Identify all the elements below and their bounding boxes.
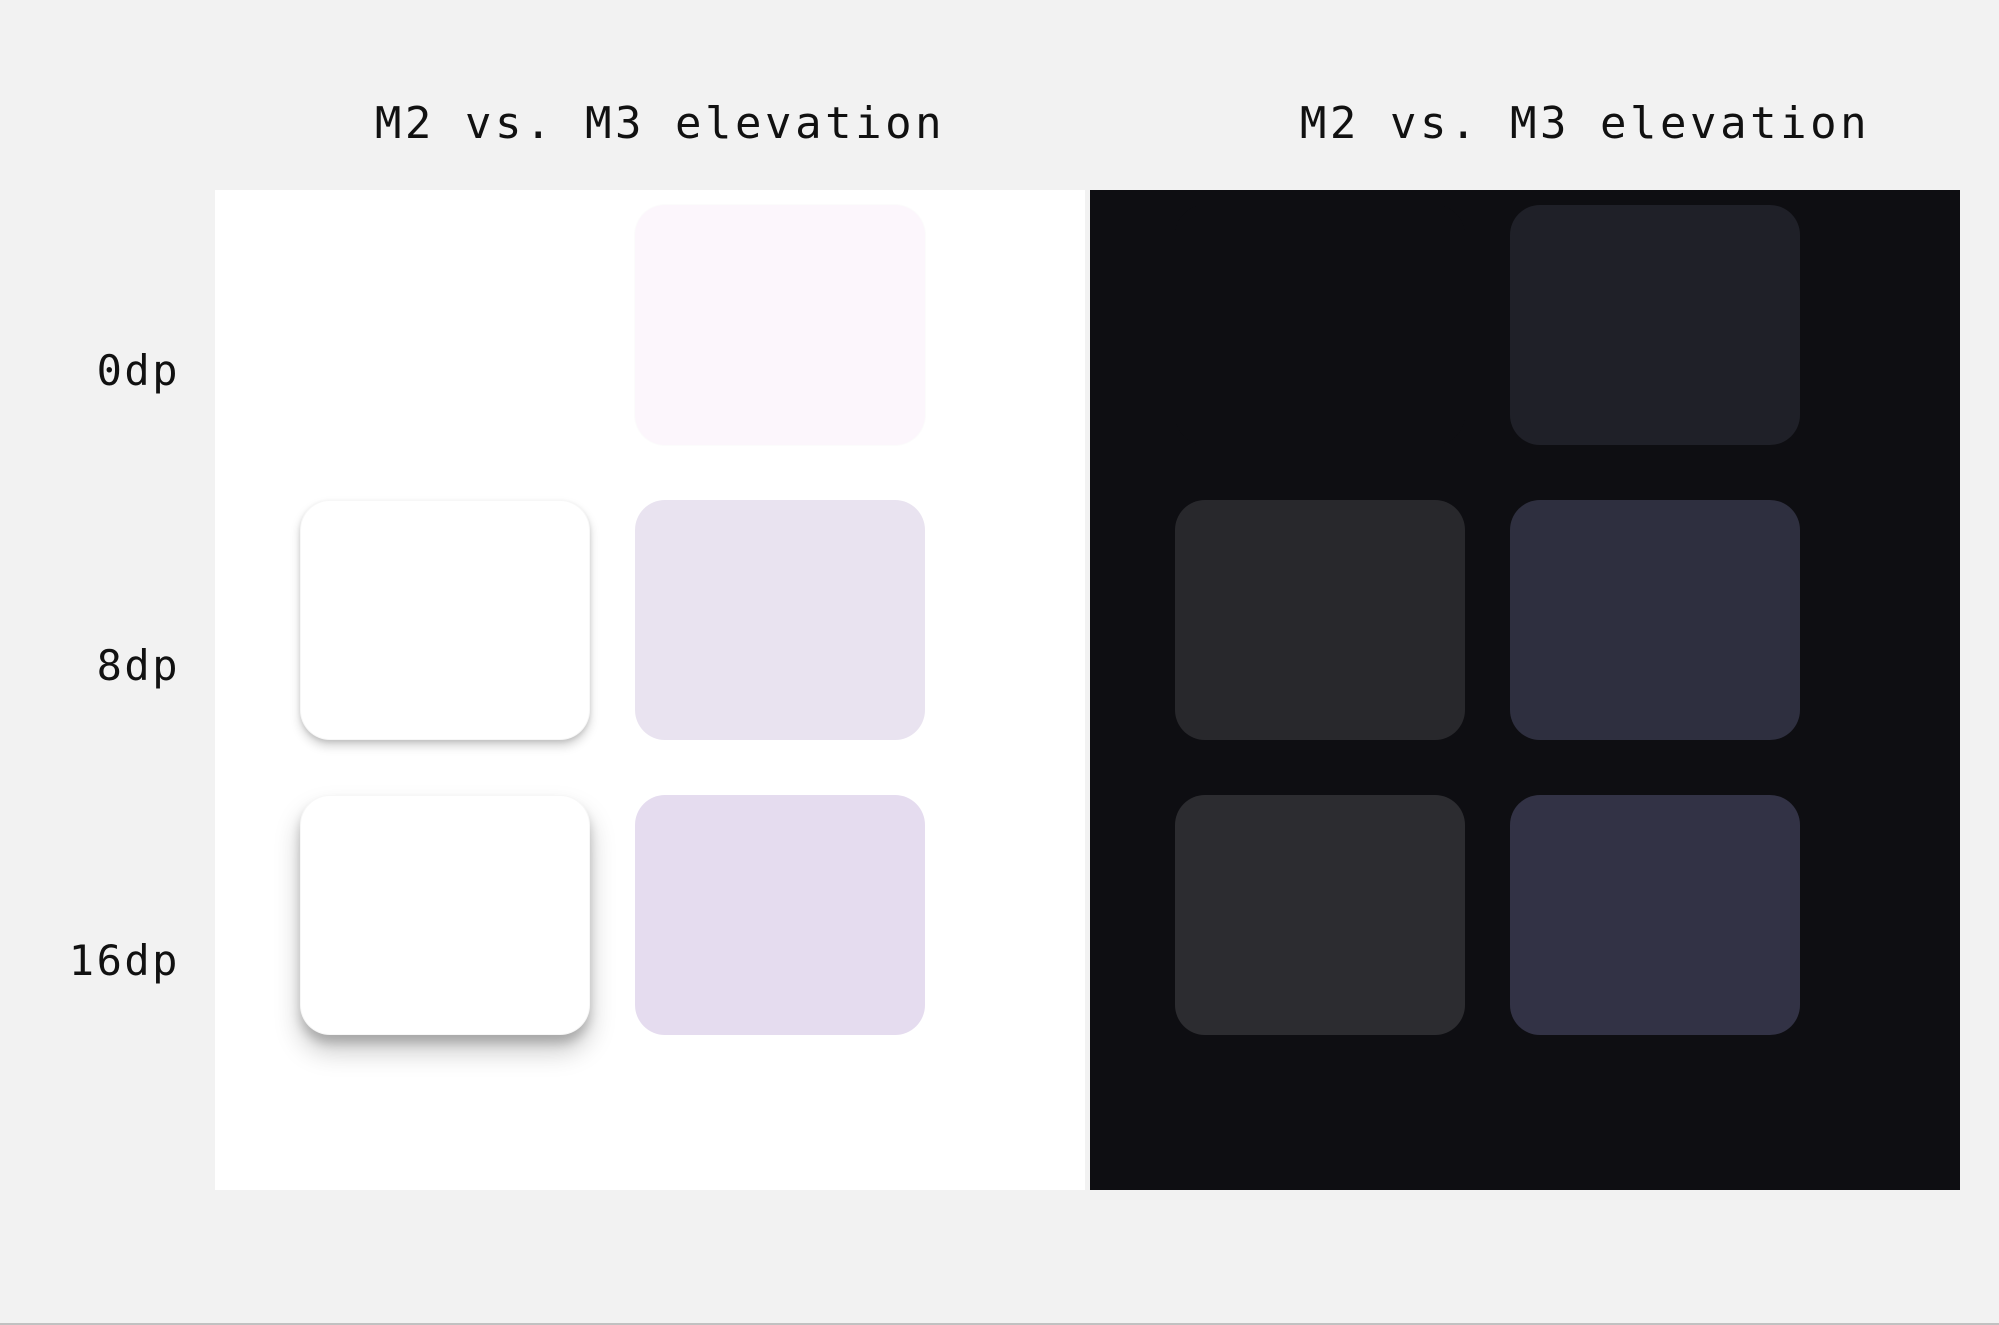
row-label-8dp: 8dp bbox=[50, 641, 180, 690]
swatch-dark-m3-16dp bbox=[1510, 795, 1800, 1035]
panel-light bbox=[215, 190, 1085, 1190]
diagram: M2 vs. M3 elevation (light theme) M2 vs.… bbox=[0, 0, 1999, 1325]
swatch-dark-m3-8dp bbox=[1510, 500, 1800, 740]
row-label-16dp: 16dp bbox=[50, 936, 180, 985]
heading-dark-line1: M2 vs. M3 elevation bbox=[1300, 98, 1870, 149]
swatch-dark-m2-0dp bbox=[1175, 205, 1465, 445]
swatch-light-m2-0dp bbox=[300, 205, 590, 445]
swatch-light-m3-0dp bbox=[635, 205, 925, 445]
heading-light-line1: M2 vs. M3 elevation bbox=[375, 98, 945, 149]
swatch-light-m2-8dp bbox=[300, 500, 590, 740]
swatch-dark-m3-0dp bbox=[1510, 205, 1800, 445]
row-label-0dp: 0dp bbox=[50, 346, 180, 395]
swatch-dark-m2-8dp bbox=[1175, 500, 1465, 740]
panel-dark bbox=[1090, 190, 1960, 1190]
swatch-light-m2-16dp bbox=[300, 795, 590, 1035]
swatch-light-m3-8dp bbox=[635, 500, 925, 740]
swatch-light-m3-16dp bbox=[635, 795, 925, 1035]
swatch-dark-m2-16dp bbox=[1175, 795, 1465, 1035]
